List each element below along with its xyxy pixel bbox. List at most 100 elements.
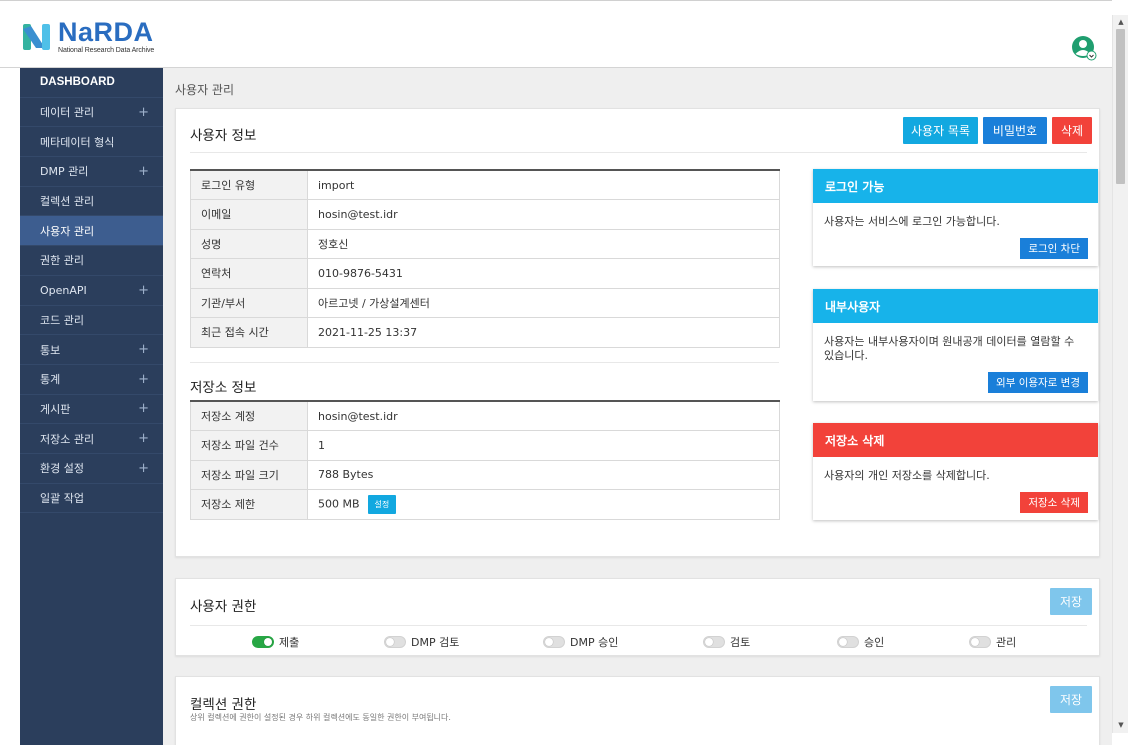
- storage-delete-button[interactable]: 저장소 삭제: [1020, 492, 1088, 513]
- permissions-save-button[interactable]: 저장: [1050, 588, 1092, 615]
- collection-permissions-title: 컬렉션 권한: [190, 697, 257, 713]
- field-label: 저장소 파일 건수: [190, 430, 308, 461]
- field-label: 저장소 제한: [190, 489, 308, 520]
- storage-limit-setting-button[interactable]: 설정: [367, 494, 397, 514]
- sidebar-item-batch-job[interactable]: 일괄 작업: [20, 484, 163, 514]
- panel-title: 로그인 가능: [813, 169, 1098, 203]
- field-value: 정호신: [307, 228, 780, 259]
- plus-icon[interactable]: +: [138, 461, 149, 476]
- toggle-label: DMP 검토: [411, 636, 460, 649]
- field-value: 500 MB 설정: [307, 489, 780, 520]
- sidebar-item-metadata-format[interactable]: 메타데이터 형식: [20, 127, 163, 158]
- toggle-switch[interactable]: [543, 636, 565, 648]
- sidebar-item-code[interactable]: 코드 관리: [20, 306, 163, 336]
- field-label: 성명: [190, 228, 308, 259]
- sidebar-item-label: 컬렉션 관리: [40, 195, 95, 209]
- permission-toggle-review[interactable]: 검토: [703, 634, 750, 650]
- user-permissions-card: 사용자 권한 저장 제출 DMP 검토 DMP 승인 검토 승인 관리: [175, 578, 1100, 656]
- field-label: 저장소 파일 크기: [190, 459, 308, 490]
- change-to-external-button[interactable]: 외부 이용자로 변경: [988, 372, 1088, 393]
- sidebar-item-label: 일괄 작업: [40, 491, 84, 505]
- scroll-up-icon[interactable]: ▲: [1116, 17, 1126, 27]
- collection-permissions-note: 상위 컬렉션에 권한이 설정된 경우 하위 컬렉션에도 동일한 권한이 부여됩니…: [190, 713, 451, 722]
- sidebar-item-label: 통보: [40, 343, 61, 357]
- divider: [190, 152, 1087, 153]
- sidebar-item-data[interactable]: 데이터 관리 +: [20, 98, 163, 128]
- field-label: 연락처: [190, 258, 308, 289]
- sidebar-item-label: DASHBOARD: [40, 76, 115, 89]
- toggle-switch[interactable]: [384, 636, 406, 648]
- sidebar-item-permissions[interactable]: 권한 관리: [20, 246, 163, 276]
- toggle-switch[interactable]: [837, 636, 859, 648]
- plus-icon[interactable]: +: [138, 372, 149, 387]
- panel-title: 내부사용자: [813, 289, 1098, 323]
- field-value: 010-9876-5431: [307, 258, 780, 289]
- sidebar-item-openapi[interactable]: OpenAPI +: [20, 276, 163, 306]
- permission-toggle-submit[interactable]: 제출: [252, 634, 299, 650]
- sidebar-item-label: 권한 관리: [40, 254, 84, 268]
- sidebar-item-label: 게시판: [40, 402, 71, 416]
- field-label: 최근 접속 시간: [190, 317, 308, 348]
- collection-save-button[interactable]: 저장: [1050, 686, 1092, 713]
- brand-logo[interactable]: NaRDA National Research Data Archive: [22, 19, 155, 54]
- permission-toggle-dmp-review[interactable]: DMP 검토: [384, 634, 459, 650]
- plus-icon[interactable]: +: [138, 283, 149, 298]
- breadcrumb: 사용자 관리: [175, 83, 235, 97]
- toggle-switch[interactable]: [252, 636, 274, 648]
- sidebar-item-dmp[interactable]: DMP 관리 +: [20, 157, 163, 187]
- field-value: 2021-11-25 13:37: [307, 317, 780, 348]
- panel-text: 사용자의 개인 저장소를 삭제합니다.: [824, 469, 990, 482]
- permission-toggle-manage[interactable]: 관리: [969, 634, 1016, 650]
- field-label: 이메일: [190, 199, 308, 230]
- page-scrollbar[interactable]: ▲ ▼: [1112, 15, 1128, 733]
- delete-button[interactable]: 삭제: [1052, 117, 1092, 144]
- main-content: 사용자 관리 사용자 정보 사용자 목록 비밀번호 삭제 로그인 유형 impor…: [163, 68, 1112, 745]
- plus-icon[interactable]: +: [138, 105, 149, 120]
- sidebar-item-board[interactable]: 게시판 +: [20, 395, 163, 425]
- sidebar-item-notification[interactable]: 통보 +: [20, 335, 163, 365]
- scroll-down-icon[interactable]: ▼: [1116, 720, 1126, 730]
- panel-title: 저장소 삭제: [813, 423, 1098, 457]
- app-frame: NaRDA National Research Data Archive DAS…: [0, 0, 1112, 745]
- sidebar-item-statistics[interactable]: 통계 +: [20, 365, 163, 395]
- user-list-button[interactable]: 사용자 목록: [903, 117, 978, 144]
- plus-icon[interactable]: +: [138, 431, 149, 446]
- table-row: 저장소 파일 크기 788 Bytes: [190, 459, 780, 490]
- toggle-switch[interactable]: [703, 636, 725, 648]
- user-info-title: 사용자 정보: [190, 128, 257, 144]
- panel-body: 사용자의 개인 저장소를 삭제합니다. 저장소 삭제: [813, 457, 1098, 520]
- collection-permissions-card: 컬렉션 권한 상위 컬렉션에 권한이 설정된 경우 하위 컬렉션에도 동일한 권…: [175, 676, 1100, 745]
- sidebar-item-settings[interactable]: 환경 설정 +: [20, 454, 163, 484]
- sidebar-item-label: 통계: [40, 373, 61, 387]
- toggle-label: 검토: [730, 636, 751, 649]
- user-info-card: 사용자 정보 사용자 목록 비밀번호 삭제 로그인 유형 import 이메일 ho…: [175, 108, 1100, 557]
- table-row: 저장소 파일 건수 1: [190, 430, 780, 461]
- sidebar-item-collection[interactable]: 컬렉션 관리: [20, 187, 163, 217]
- panel-body: 사용자는 서비스에 로그인 가능합니다. 로그인 차단: [813, 203, 1098, 266]
- toggle-label: 관리: [996, 636, 1017, 649]
- panel-text: 사용자는 서비스에 로그인 가능합니다.: [824, 215, 1000, 228]
- plus-icon[interactable]: +: [138, 164, 149, 179]
- user-permissions-title: 사용자 권한: [190, 599, 257, 615]
- permission-toggle-approve[interactable]: 승인: [837, 634, 884, 650]
- plus-icon[interactable]: +: [138, 401, 149, 416]
- storage-delete-panel: 저장소 삭제 사용자의 개인 저장소를 삭제합니다. 저장소 삭제: [813, 423, 1098, 520]
- sidebar-item-label: DMP 관리: [40, 165, 89, 179]
- permission-toggle-dmp-approve[interactable]: DMP 승인: [543, 634, 618, 650]
- sidebar-item-storage[interactable]: 저장소 관리 +: [20, 424, 163, 454]
- sidebar-item-dashboard[interactable]: DASHBOARD: [20, 68, 163, 98]
- user-account-icon[interactable]: [1071, 35, 1097, 61]
- brand-subtitle: National Research Data Archive: [58, 47, 155, 54]
- toggle-label: 제출: [279, 636, 300, 649]
- field-label: 기관/부서: [190, 287, 308, 318]
- scroll-thumb[interactable]: [1116, 29, 1125, 184]
- table-row: 저장소 계정 hosin@test.idr: [190, 400, 780, 431]
- password-button[interactable]: 비밀번호: [983, 117, 1047, 144]
- toggle-switch[interactable]: [969, 636, 991, 648]
- sidebar-item-label: 코드 관리: [40, 313, 84, 327]
- sidebar-nav: DASHBOARD 데이터 관리 + 메타데이터 형식 DMP 관리 + 컬렉션 관…: [20, 68, 163, 745]
- plus-icon[interactable]: +: [138, 342, 149, 357]
- login-block-button[interactable]: 로그인 차단: [1020, 238, 1088, 259]
- sidebar-item-users[interactable]: 사용자 관리: [20, 216, 163, 247]
- sidebar-item-label: 저장소 관리: [40, 432, 95, 446]
